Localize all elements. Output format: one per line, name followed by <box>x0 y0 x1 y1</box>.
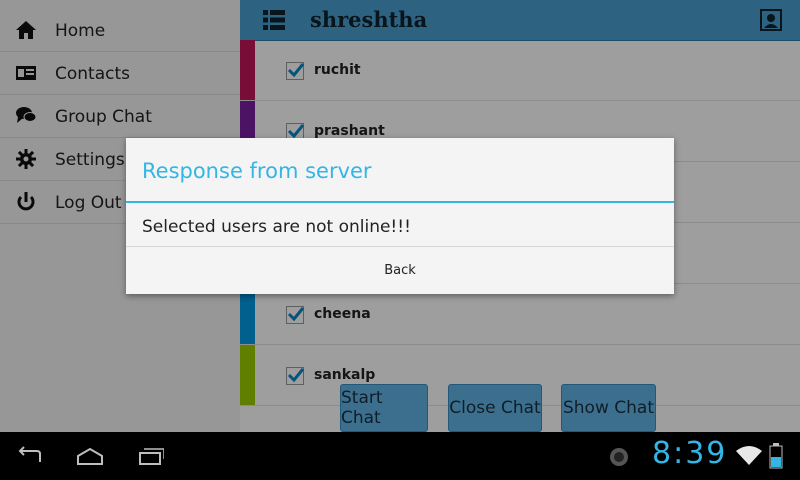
wifi-icon <box>735 444 763 470</box>
dialog-message: Selected users are not online!!! <box>142 217 411 237</box>
back-nav-icon[interactable] <box>16 446 44 470</box>
dialog-title-divider <box>126 201 674 203</box>
back-button[interactable]: Back <box>126 247 674 294</box>
status-clock: 8:39 <box>652 436 728 471</box>
battery-icon <box>769 443 783 473</box>
dialog-title: Response from server <box>142 159 372 183</box>
home-nav-icon[interactable] <box>75 446 105 470</box>
app-screen: Home Contacts Group Chat Settings Log Ou… <box>0 0 800 432</box>
recent-apps-icon[interactable] <box>136 446 165 470</box>
notification-dot-icon[interactable] <box>609 447 629 471</box>
server-response-dialog: Response from server Selected users are … <box>126 138 674 294</box>
